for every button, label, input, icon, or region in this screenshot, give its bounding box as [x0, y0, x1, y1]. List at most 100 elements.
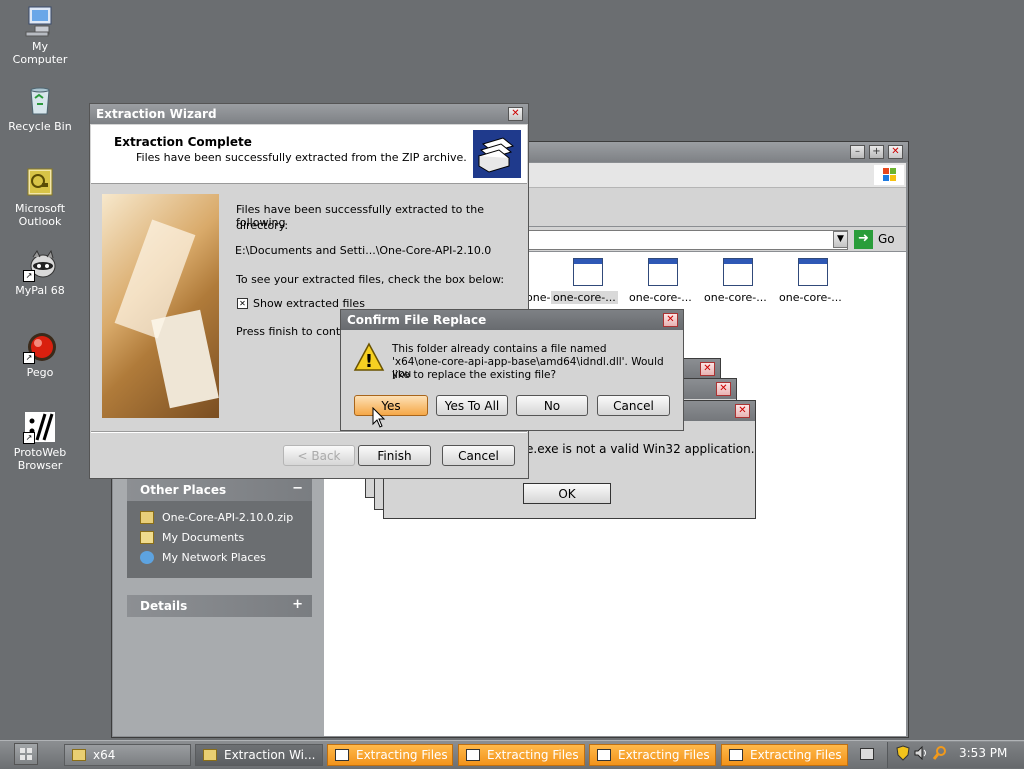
protoweb-icon: ↗ [23, 410, 57, 444]
network-places-icon [140, 551, 154, 564]
wizard-titlebar: Extraction Wizard [90, 104, 528, 124]
file-name-selected[interactable]: one-core-... [551, 291, 618, 304]
no-button[interactable]: No [516, 395, 588, 416]
pego-icon: ↗ [23, 330, 57, 364]
mypal-raccoon-icon: ↗ [23, 248, 57, 282]
go-label[interactable]: Go [878, 232, 895, 246]
details-title: Details [140, 599, 188, 613]
file-icon[interactable] [798, 258, 828, 286]
taskbar-button-x64[interactable]: x64 [64, 744, 191, 766]
close-button[interactable]: ✕ [700, 362, 715, 376]
desktop-icon-pego[interactable]: ↗ Pego [0, 330, 80, 379]
cancel-button[interactable]: Cancel [442, 445, 515, 466]
file-icon[interactable] [723, 258, 753, 286]
folder-icon [72, 749, 86, 761]
taskbar-button-extraction-wizard[interactable]: Extraction Wi... [195, 744, 323, 766]
shortcut-arrow-icon: ↗ [23, 352, 35, 364]
file-icon[interactable] [573, 258, 603, 286]
back-button[interactable]: < Back [283, 445, 355, 466]
other-places-header[interactable]: Other Places − [127, 479, 312, 501]
close-button[interactable]: ✕ [663, 313, 678, 327]
keyboard-icon[interactable] [860, 748, 874, 760]
outlook-icon [23, 166, 57, 200]
taskbar-button-extracting-files[interactable]: Extracting Files [458, 744, 585, 766]
yes-button[interactable]: Yes [354, 395, 428, 416]
taskbar-button-label: Extracting Files [356, 748, 448, 762]
wizard-text-line: directory: [236, 219, 289, 232]
desktop-icon-recycle-bin[interactable]: Recycle Bin [0, 84, 80, 133]
wizard-header-subtitle: Files have been successfully extracted f… [136, 151, 467, 164]
maximize-button[interactable]: + [869, 145, 884, 159]
wizard-text-line: To see your extracted files, check the b… [236, 273, 505, 286]
close-button[interactable]: ✕ [508, 107, 523, 121]
details-header[interactable]: Details + [127, 595, 312, 617]
file-name[interactable]: one-core-... [704, 291, 767, 304]
file-name[interactable]: one-core-... [629, 291, 692, 304]
taskbar-button-label: Extracting Files [487, 748, 579, 762]
taskbar-button-label: Extracting Files [618, 748, 710, 762]
other-places-list: One-Core-API-2.10.0.zip My Documents My … [127, 501, 312, 578]
other-places-item[interactable]: One-Core-API-2.10.0.zip [162, 511, 293, 524]
collapse-icon[interactable]: − [292, 481, 303, 496]
address-input[interactable] [512, 230, 848, 250]
desktop-icon-label: Recycle Bin [8, 120, 72, 133]
other-places-item[interactable]: My Network Places [162, 551, 266, 564]
desktop-icon-label: My [31, 40, 48, 53]
window-icon [729, 749, 743, 761]
close-button[interactable]: ✕ [735, 404, 750, 418]
confirm-titlebar: Confirm File Replace [341, 310, 683, 330]
close-button[interactable]: ✕ [888, 145, 903, 159]
warning-icon: ! [353, 342, 385, 372]
desktop-icon-mypal[interactable]: ↗ MyPal 68 [0, 248, 80, 297]
address-dropdown-button[interactable]: ▼ [833, 231, 848, 248]
wizard-title: Extraction Wizard [96, 107, 217, 121]
zip-folder-icon [140, 511, 154, 524]
taskbar-button-label: Extracting Files [750, 748, 842, 762]
go-arrow-icon[interactable]: ➜ [854, 230, 873, 249]
yes-to-all-button[interactable]: Yes To All [436, 395, 508, 416]
other-places-item[interactable]: My Documents [162, 531, 244, 544]
desktop: { "desktop": { "icons": [ {"label1": "My… [0, 0, 1024, 769]
shortcut-arrow-icon: ↗ [23, 270, 35, 282]
file-name[interactable]: one-core-... [779, 291, 842, 304]
clock[interactable]: 3:53 PM [959, 746, 1007, 760]
warning-glyph: ! [365, 351, 373, 372]
computer-icon [23, 4, 57, 38]
taskbar-button-label: Extraction Wi... [224, 748, 316, 762]
desktop-icon-my-computer[interactable]: My Computer [0, 4, 80, 66]
taskbar-button-label: x64 [93, 748, 116, 762]
recycle-bin-icon [23, 84, 57, 118]
taskbar-button-extracting-files[interactable]: Extracting Files [327, 744, 453, 766]
finish-button[interactable]: Finish [358, 445, 431, 466]
confirm-title: Confirm File Replace [347, 313, 487, 327]
desktop-icon-label: Microsoft [14, 202, 66, 215]
window-icon [466, 749, 480, 761]
shield-icon[interactable] [896, 745, 910, 761]
close-button[interactable]: ✕ [716, 382, 731, 396]
taskbar-button-extracting-files[interactable]: Extracting Files [589, 744, 716, 766]
ok-button[interactable]: OK [523, 483, 611, 504]
expand-icon[interactable]: + [292, 597, 303, 612]
other-places-title: Other Places [140, 483, 227, 497]
window-icon [597, 749, 611, 761]
minimize-button[interactable]: – [850, 145, 865, 159]
cancel-button[interactable]: Cancel [597, 395, 670, 416]
zip-folder-icon [473, 130, 521, 178]
desktop-icon-outlook[interactable]: Microsoft Outlook [0, 166, 80, 228]
confirm-file-replace-dialog: Confirm File Replace ✕ ! This folder alr… [340, 309, 684, 431]
windows-logo-icon [874, 165, 904, 185]
desktop-icon-protoweb[interactable]: ↗ ProtoWeb Browser [0, 410, 80, 472]
search-icon[interactable] [932, 745, 948, 761]
checkbox-check-icon: ✕ [239, 299, 246, 308]
wizard-header: Extraction Complete Files have been succ… [91, 125, 527, 184]
show-extracted-checkbox[interactable]: ✕ [237, 298, 248, 309]
window-icon [335, 749, 349, 761]
desktop-icon-label: Browser [17, 459, 63, 472]
start-button[interactable] [14, 743, 38, 765]
speaker-icon[interactable] [914, 745, 928, 761]
desktop-icon-label: Computer [12, 53, 68, 66]
file-icon[interactable] [648, 258, 678, 286]
mouse-cursor-icon [372, 406, 386, 429]
confirm-message-line: This folder already contains a file name… [392, 343, 607, 355]
taskbar-button-extracting-files[interactable]: Extracting Files [721, 744, 848, 766]
